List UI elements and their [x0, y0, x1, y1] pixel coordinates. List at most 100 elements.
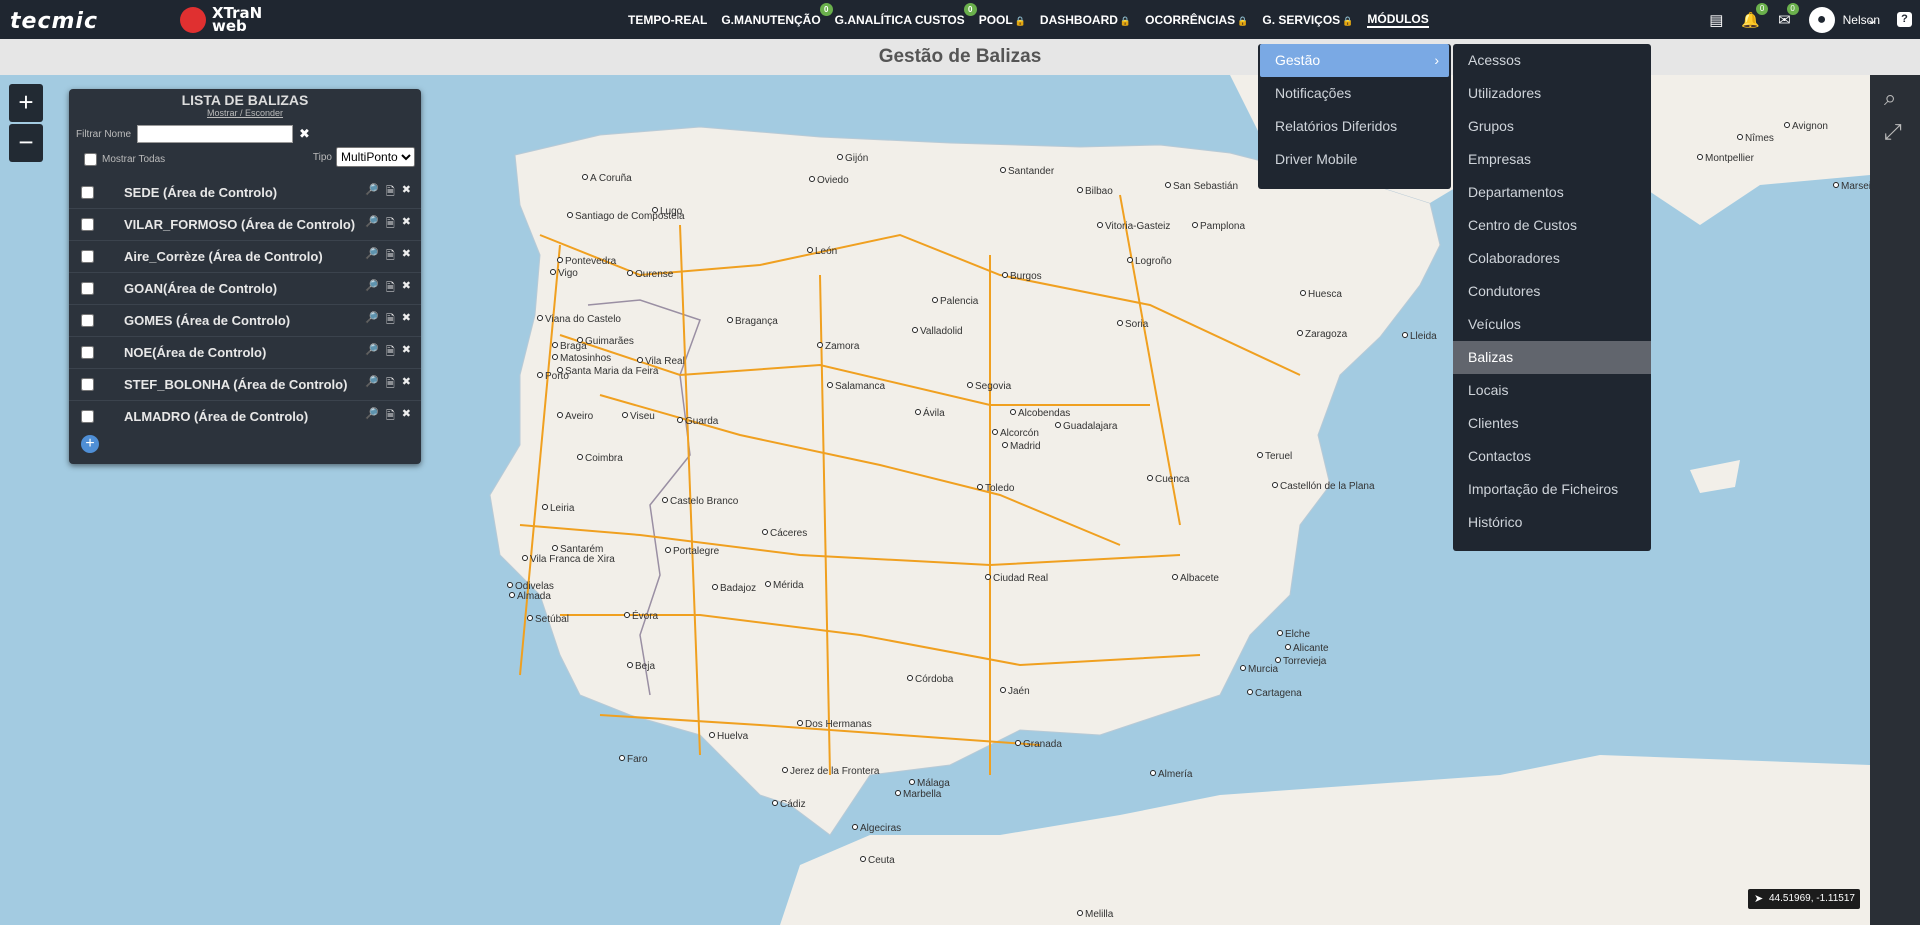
delete-icon[interactable]: ✖ [402, 407, 411, 424]
bell-icon[interactable]: 🔔 0 [1741, 2, 1769, 29]
row-checkbox[interactable] [81, 410, 94, 423]
beacon-name[interactable]: ALMADRO (Área de Controlo) [124, 409, 308, 424]
edit-icon[interactable]: 🗎 [386, 407, 395, 424]
edit-icon[interactable]: 🗎 [386, 311, 395, 330]
xtranweb-logo[interactable]: XTraN web [180, 4, 262, 36]
submenu-item-condutores[interactable]: Condutores [1453, 275, 1651, 308]
nav-pool[interactable]: POOL 🔒 [979, 13, 1026, 27]
row-checkbox[interactable] [81, 346, 94, 359]
zoom-icon[interactable]: 🔎 [365, 183, 379, 202]
row-checkbox[interactable] [81, 250, 94, 263]
nav-dashboard[interactable]: DASHBOARD 🔒 [1040, 13, 1131, 27]
row-actions: 🔎 🗎 ✖ [365, 247, 411, 266]
nav-ocorrencias[interactable]: OCORRÊNCIAS 🔒 [1145, 13, 1248, 27]
delete-icon[interactable]: ✖ [402, 183, 411, 202]
edit-icon[interactable]: 🗎 [386, 247, 395, 266]
notifications-badge: 0 [1756, 2, 1769, 15]
beacon-name[interactable]: VILAR_FORMOSO (Área de Controlo) [124, 217, 355, 232]
zoom-icon[interactable]: 🔎 [365, 311, 379, 330]
submenu-item-grupos[interactable]: Grupos [1453, 110, 1651, 143]
show-all-checkbox[interactable] [84, 153, 97, 166]
row-checkbox[interactable] [81, 378, 94, 391]
nav-g-manutencao[interactable]: G.MANUTENÇÃO 0 [721, 2, 833, 27]
envelope-icon[interactable]: ✉ 0 [1778, 2, 1799, 29]
submenu-item-historico[interactable]: Histórico [1453, 506, 1651, 539]
city-label: Portalegre [673, 546, 720, 557]
city-marker [807, 247, 813, 253]
nav-g-analitica-custos[interactable]: G.ANALÍTICA CUSTOS 0 [835, 2, 977, 27]
row-checkbox[interactable] [81, 218, 94, 231]
search-icon[interactable]: ⌕ [1884, 85, 1896, 111]
delete-icon[interactable]: ✖ [402, 279, 411, 298]
submenu-item-acessos[interactable]: Acessos [1453, 44, 1651, 77]
filter-name-input[interactable] [137, 125, 294, 143]
tecmic-logo[interactable]: tecmic [10, 9, 98, 34]
menu-item-gestao[interactable]: Gestão › [1260, 44, 1449, 77]
zoom-icon[interactable]: 🔎 [365, 343, 379, 362]
help-icon[interactable]: ? [1897, 12, 1912, 27]
city-marker [827, 382, 833, 388]
beacon-name[interactable]: STEF_BOLONHA (Área de Controlo) [124, 377, 347, 392]
zoom-icon[interactable]: 🔎 [365, 375, 379, 394]
submenu-item-utilizadores[interactable]: Utilizadores [1453, 77, 1651, 110]
nav-g-servicos[interactable]: G. SERVIÇOS 🔒 [1262, 13, 1353, 27]
fullscreen-icon[interactable]: ⤢ [1884, 119, 1902, 145]
city-label: Avignon [1792, 121, 1828, 132]
city-label: Leiria [550, 503, 575, 514]
city-marker [992, 429, 998, 435]
zoom-icon[interactable]: 🔎 [365, 407, 379, 424]
submenu-item-contactos[interactable]: Contactos [1453, 440, 1651, 473]
zoom-icon[interactable]: 🔎 [365, 215, 379, 234]
chevron-down-icon[interactable]: ⌄ [1866, 11, 1878, 28]
submenu-item-balizas[interactable]: Balizas [1453, 341, 1651, 374]
show-hide-link[interactable]: Mostrar / Esconder [69, 108, 421, 118]
type-select[interactable]: MultiPonto [336, 147, 415, 167]
edit-icon[interactable]: 🗎 [386, 343, 395, 362]
city-label: Toledo [985, 483, 1015, 494]
add-beacon-button[interactable]: + [81, 435, 99, 453]
edit-icon[interactable]: 🗎 [386, 215, 395, 234]
submenu-item-colaboradores[interactable]: Colaboradores [1453, 242, 1651, 275]
submenu-item-centro-de-custos[interactable]: Centro de Custos [1453, 209, 1651, 242]
edit-icon[interactable]: 🗎 [386, 375, 395, 394]
submenu-item-veiculos[interactable]: Veículos [1453, 308, 1651, 341]
city-label: Torrevieja [1283, 656, 1327, 667]
submenu-item-empresas[interactable]: Empresas [1453, 143, 1651, 176]
nav-modulos[interactable]: MÓDULOS [1367, 12, 1429, 28]
beacon-name[interactable]: NOE(Área de Controlo) [124, 345, 266, 360]
document-icon[interactable]: ▤ [1709, 11, 1723, 29]
submenu-item-departamentos[interactable]: Departamentos [1453, 176, 1651, 209]
city-label: San Sebastián [1173, 181, 1238, 192]
submenu-item-importacao-ficheiros[interactable]: Importação de Ficheiros [1453, 473, 1651, 506]
edit-icon[interactable]: 🗎 [386, 183, 395, 202]
delete-icon[interactable]: ✖ [402, 375, 411, 394]
delete-icon[interactable]: ✖ [402, 247, 411, 266]
beacon-name[interactable]: GOMES (Área de Controlo) [124, 313, 290, 328]
delete-icon[interactable]: ✖ [402, 311, 411, 330]
zoom-out-button[interactable]: − [9, 124, 43, 162]
beacon-name[interactable]: GOAN(Área de Controlo) [124, 281, 277, 296]
row-checkbox[interactable] [81, 186, 94, 199]
submenu-item-clientes[interactable]: Clientes [1453, 407, 1651, 440]
zoom-in-button[interactable]: + [9, 84, 43, 122]
zoom-icon[interactable]: 🔎 [365, 247, 379, 266]
row-checkbox[interactable] [81, 282, 94, 295]
delete-icon[interactable]: ✖ [402, 215, 411, 234]
edit-icon[interactable]: 🗎 [386, 279, 395, 298]
city-label: Soria [1125, 319, 1149, 330]
nav-tempo-real[interactable]: TEMPO-REAL [628, 13, 707, 27]
beacon-name[interactable]: SEDE (Área de Controlo) [124, 185, 277, 200]
submenu-item-locais[interactable]: Locais [1453, 374, 1651, 407]
row-checkbox[interactable] [81, 314, 94, 327]
clear-filter-icon[interactable]: ✖ [299, 126, 310, 142]
menu-item-notificacoes[interactable]: Notificações [1258, 77, 1451, 110]
table-row: GOMES (Área de Controlo) 🔎 🗎 ✖ [69, 305, 421, 337]
zoom-icon[interactable]: 🔎 [365, 279, 379, 298]
menu-item-driver-mobile[interactable]: Driver Mobile [1258, 143, 1451, 176]
delete-icon[interactable]: ✖ [402, 343, 411, 362]
row-actions: 🔎 🗎 ✖ [365, 311, 411, 330]
city-marker [912, 327, 918, 333]
city-marker [1240, 665, 1246, 671]
menu-item-relatorios-diferidos[interactable]: Relatórios Diferidos [1258, 110, 1451, 143]
beacon-name[interactable]: Aire_Corrèze (Área de Controlo) [124, 249, 323, 264]
